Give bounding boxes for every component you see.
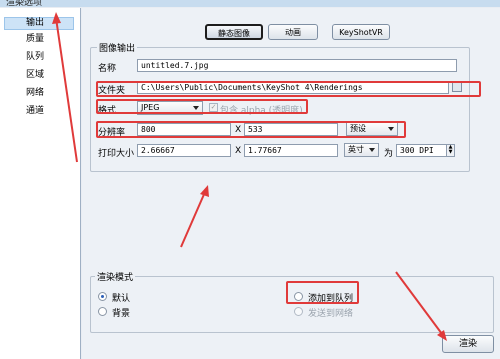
arrow-main-head (200, 185, 209, 197)
arrow-sidebar-head (52, 12, 61, 24)
arrow-render-head (437, 330, 447, 341)
arrow-render (395, 271, 443, 335)
arrow-main (180, 191, 206, 248)
annotation-arrows (52, 12, 447, 341)
arrow-sidebar (55, 17, 78, 163)
